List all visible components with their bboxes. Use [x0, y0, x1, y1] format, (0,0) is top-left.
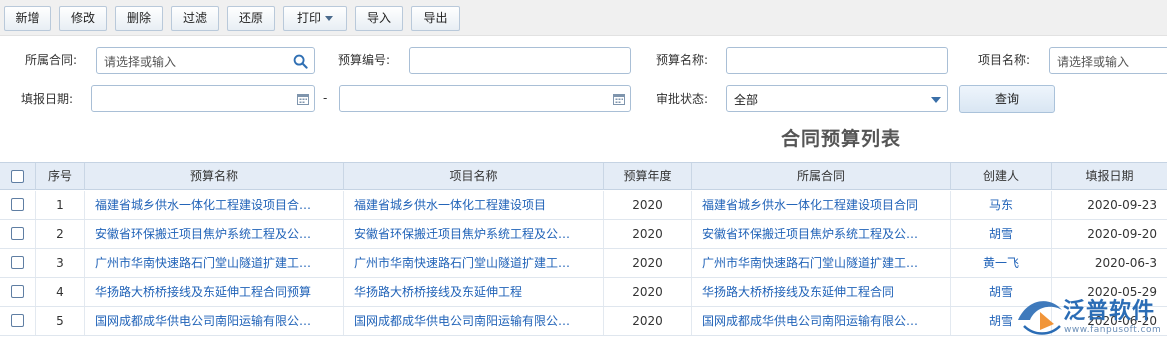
date-to-input[interactable] — [339, 85, 631, 112]
header-project-name[interactable]: 项目名称 — [344, 163, 604, 190]
cell-contract-link[interactable]: 国网成都成华供电公司南阳运输有限公… — [692, 307, 951, 335]
cell-seq: 3 — [36, 249, 85, 277]
cell-budget-name-link[interactable]: 安徽省环保搬迁项目焦炉系统工程及公… — [85, 220, 344, 248]
row-select-cell[interactable] — [0, 307, 36, 335]
row-checkbox[interactable] — [11, 227, 24, 240]
cell-contract-link[interactable]: 福建省城乡供水一体化工程建设项目合同 — [692, 191, 951, 219]
cell-date: 2020-09-20 — [1087, 227, 1157, 241]
cell-seq: 5 — [36, 307, 85, 335]
cell-budget-year: 2020 — [604, 220, 692, 248]
cell-contract-link[interactable]: 安徽省环保搬迁项目焦炉系统工程及公… — [692, 220, 951, 248]
cell-creator: 胡雪 — [951, 220, 1052, 248]
header-budget-name[interactable]: 预算名称 — [85, 163, 344, 190]
import-button[interactable]: 导入 — [355, 6, 403, 31]
logo-name: 泛普软件 — [1063, 299, 1156, 324]
cell-budget-name-link[interactable]: 华扬路大桥桥接线及东延伸工程合同预算 — [85, 278, 344, 306]
cell-creator: 黄一飞 — [951, 249, 1052, 277]
calendar-icon[interactable] — [613, 93, 625, 105]
add-button[interactable]: 新增 — [4, 6, 51, 31]
date-from-input[interactable] — [91, 85, 315, 112]
cell-project-name-link[interactable]: 广州市华南快速路石门堂山隧道扩建工… — [344, 249, 604, 277]
contract-label: 所属合同: — [25, 53, 78, 67]
cell-budget-name-link[interactable]: 国网成都成华供电公司南阳运输有限公… — [85, 307, 344, 335]
row-select-cell[interactable] — [0, 191, 36, 219]
select-all-checkbox[interactable] — [11, 170, 24, 183]
cell-seq: 1 — [36, 191, 85, 219]
row-checkbox[interactable] — [11, 256, 24, 269]
table-header: 序号 预算名称 项目名称 预算年度 所属合同 创建人 填报日期 — [0, 162, 1167, 190]
cell-seq: 4 — [36, 278, 85, 306]
row-checkbox[interactable] — [11, 314, 24, 327]
cell-project-name-link[interactable]: 安徽省环保搬迁项目焦炉系统工程及公… — [344, 220, 604, 248]
chevron-down-icon — [931, 97, 941, 103]
header-select-all-cell[interactable] — [0, 163, 36, 190]
cell-budget-year: 2020 — [604, 249, 692, 277]
table-row[interactable]: 1 福建省城乡供水一体化工程建设项目合… 福建省城乡供水一体化工程建设项目 20… — [0, 191, 1167, 220]
contract-input[interactable]: 请选择或输入 — [96, 47, 315, 74]
export-button[interactable]: 导出 — [411, 6, 460, 31]
budget-name-label: 预算名称: — [656, 53, 709, 67]
chevron-down-icon — [325, 16, 333, 21]
cell-budget-name-link[interactable]: 广州市华南快速路石门堂山隧道扩建工… — [85, 249, 344, 277]
header-budget-year[interactable]: 预算年度 — [604, 163, 692, 190]
cell-creator: 马东 — [951, 191, 1052, 219]
budget-no-input[interactable] — [409, 47, 631, 74]
logo-url: www.fanpusoft.com — [1064, 325, 1162, 335]
cell-date: 2020-06-3 — [1094, 256, 1157, 270]
header-creator[interactable]: 创建人 — [951, 163, 1052, 190]
budget-name-input[interactable] — [726, 47, 948, 74]
query-button[interactable]: 查询 — [959, 85, 1055, 113]
filter-button[interactable]: 过滤 — [171, 6, 219, 31]
page-title: 合同预算列表 — [781, 128, 902, 150]
cell-contract-link[interactable]: 广州市华南快速路石门堂山隧道扩建工… — [692, 249, 951, 277]
print-button[interactable]: 打印 — [283, 6, 347, 31]
header-date[interactable]: 填报日期 — [1052, 163, 1167, 190]
print-button-label: 打印 — [296, 11, 321, 25]
edit-button[interactable]: 修改 — [59, 6, 107, 31]
approval-label: 审批状态: — [656, 92, 709, 106]
table-row[interactable]: 5 国网成都成华供电公司南阳运输有限公… 国网成都成华供电公司南阳运输有限公… … — [0, 307, 1167, 336]
cell-seq: 2 — [36, 220, 85, 248]
search-icon[interactable] — [293, 54, 308, 69]
cell-budget-year: 2020 — [604, 191, 692, 219]
cell-contract-link[interactable]: 华扬路大桥桥接线及东延伸工程合同 — [692, 278, 951, 306]
date-label: 填报日期: — [21, 92, 74, 106]
contract-placeholder: 请选择或输入 — [104, 55, 177, 69]
approval-select[interactable]: 全部 — [726, 85, 948, 112]
cell-project-name-link[interactable]: 国网成都成华供电公司南阳运输有限公… — [344, 307, 604, 335]
cell-budget-year: 2020 — [604, 278, 692, 306]
row-select-cell[interactable] — [0, 249, 36, 277]
approval-value: 全部 — [734, 93, 759, 107]
header-seq: 序号 — [36, 163, 85, 190]
table-row[interactable]: 2 安徽省环保搬迁项目焦炉系统工程及公… 安徽省环保搬迁项目焦炉系统工程及公… … — [0, 220, 1167, 249]
cell-date: 2020-09-23 — [1087, 198, 1157, 212]
calendar-icon[interactable] — [297, 93, 309, 105]
row-select-cell[interactable] — [0, 278, 36, 306]
delete-button[interactable]: 删除 — [115, 6, 163, 31]
row-checkbox[interactable] — [11, 285, 24, 298]
date-separator: - — [323, 91, 328, 105]
cell-budget-name-link[interactable]: 福建省城乡供水一体化工程建设项目合… — [85, 191, 344, 219]
row-select-cell[interactable] — [0, 220, 36, 248]
cell-project-name-link[interactable]: 华扬路大桥桥接线及东延伸工程 — [344, 278, 604, 306]
cell-budget-year: 2020 — [604, 307, 692, 335]
project-placeholder: 请选择或输入 — [1057, 55, 1130, 69]
row-checkbox[interactable] — [11, 198, 24, 211]
toolbar: 新增 修改 删除 过滤 还原 打印 导入 导出 — [0, 0, 1167, 36]
table-row[interactable]: 4 华扬路大桥桥接线及东延伸工程合同预算 华扬路大桥桥接线及东延伸工程 2020… — [0, 278, 1167, 307]
budget-no-label: 预算编号: — [338, 53, 391, 67]
project-label: 项目名称: — [978, 53, 1031, 67]
project-input[interactable]: 请选择或输入 — [1049, 47, 1167, 74]
restore-button[interactable]: 还原 — [227, 6, 275, 31]
cell-project-name-link[interactable]: 福建省城乡供水一体化工程建设项目 — [344, 191, 604, 219]
header-contract[interactable]: 所属合同 — [692, 163, 951, 190]
table-row[interactable]: 3 广州市华南快速路石门堂山隧道扩建工… 广州市华南快速路石门堂山隧道扩建工… … — [0, 249, 1167, 278]
